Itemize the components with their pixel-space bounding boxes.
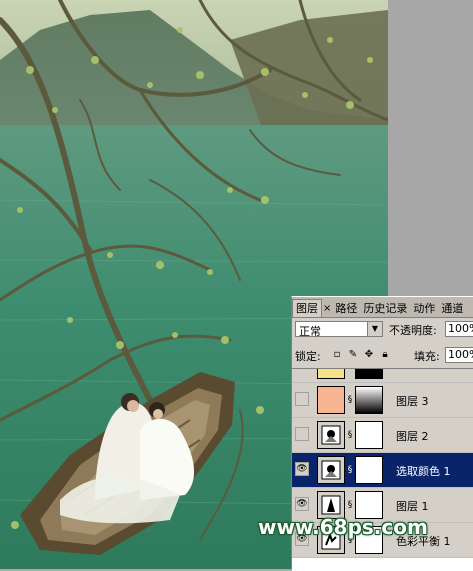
layer-mask-thumbnail xyxy=(355,386,383,414)
layer-row[interactable]: § 图层 2 xyxy=(292,418,473,453)
layer-name[interactable]: 图层 1 xyxy=(396,498,429,514)
lock-brush-icon[interactable]: ✎ xyxy=(347,349,359,361)
link-icon[interactable]: § xyxy=(346,499,354,511)
opacity-label: 不透明度: xyxy=(389,324,437,337)
lock-move-icon[interactable]: ✥ xyxy=(363,349,375,361)
blend-row: 正常 ▼ 不透明度: 100% xyxy=(295,321,473,339)
watermark-text: www.68ps.com xyxy=(258,515,428,539)
layer-row-selected[interactable]: 👁︎ § 选取颜色 1 xyxy=(292,453,473,488)
blend-mode-value: 正常 xyxy=(299,325,321,338)
eye-icon[interactable]: 👁︎ xyxy=(295,497,309,511)
chevron-down-icon[interactable]: ▼ xyxy=(367,322,382,336)
link-icon[interactable]: § xyxy=(346,464,354,476)
layer-mask-thumbnail xyxy=(355,456,383,484)
adjustment-icon xyxy=(317,456,345,484)
layers-list: § 图层 3 § 图层 2 👁︎ § 选取颜色 1 👁︎ § 图层 1 👁︎ §… xyxy=(292,368,473,571)
lock-label: 锁定: xyxy=(295,350,321,363)
visibility-toggle[interactable] xyxy=(295,427,309,441)
link-icon[interactable]: § xyxy=(346,394,354,406)
tab-channels[interactable]: 通道 xyxy=(438,300,466,317)
lock-all-icon[interactable]: 🔒︎ xyxy=(379,349,391,361)
layer-row[interactable] xyxy=(292,369,473,383)
tab-paths[interactable]: 路径 xyxy=(332,300,360,317)
visibility-toggle[interactable] xyxy=(295,392,309,406)
tab-layers[interactable]: 图层 xyxy=(292,299,322,317)
layer-name[interactable]: 图层 2 xyxy=(396,428,429,444)
layer-thumbnail xyxy=(317,369,345,379)
layer-row[interactable]: § 图层 3 xyxy=(292,383,473,418)
layer-thumbnail xyxy=(317,386,345,414)
close-icon[interactable]: × xyxy=(322,300,332,317)
layer-mask-thumbnail xyxy=(355,421,383,449)
opacity-field[interactable]: 100% xyxy=(445,321,473,337)
link-icon[interactable]: § xyxy=(346,429,354,441)
tab-actions[interactable]: 动作 xyxy=(410,300,438,317)
blend-mode-select[interactable]: 正常 ▼ xyxy=(295,321,383,338)
panel-tabs: 图层 × 路径 历史记录 动作 通道 xyxy=(292,297,473,318)
lock-row: 锁定: ▫ ✎ ✥ 🔒︎ 填充: 100% xyxy=(295,347,473,363)
layer-name[interactable]: 选取颜色 1 xyxy=(396,463,451,479)
fill-field[interactable]: 100% xyxy=(445,347,473,363)
layer-name[interactable]: 图层 3 xyxy=(396,393,429,409)
lock-transparency-icon[interactable]: ▫ xyxy=(331,349,343,361)
fill-label: 填充: xyxy=(414,350,440,363)
adjustment-icon xyxy=(317,421,345,449)
eye-icon[interactable]: 👁︎ xyxy=(295,462,309,476)
layer-mask-thumbnail xyxy=(355,369,383,379)
tab-history[interactable]: 历史记录 xyxy=(360,300,410,317)
